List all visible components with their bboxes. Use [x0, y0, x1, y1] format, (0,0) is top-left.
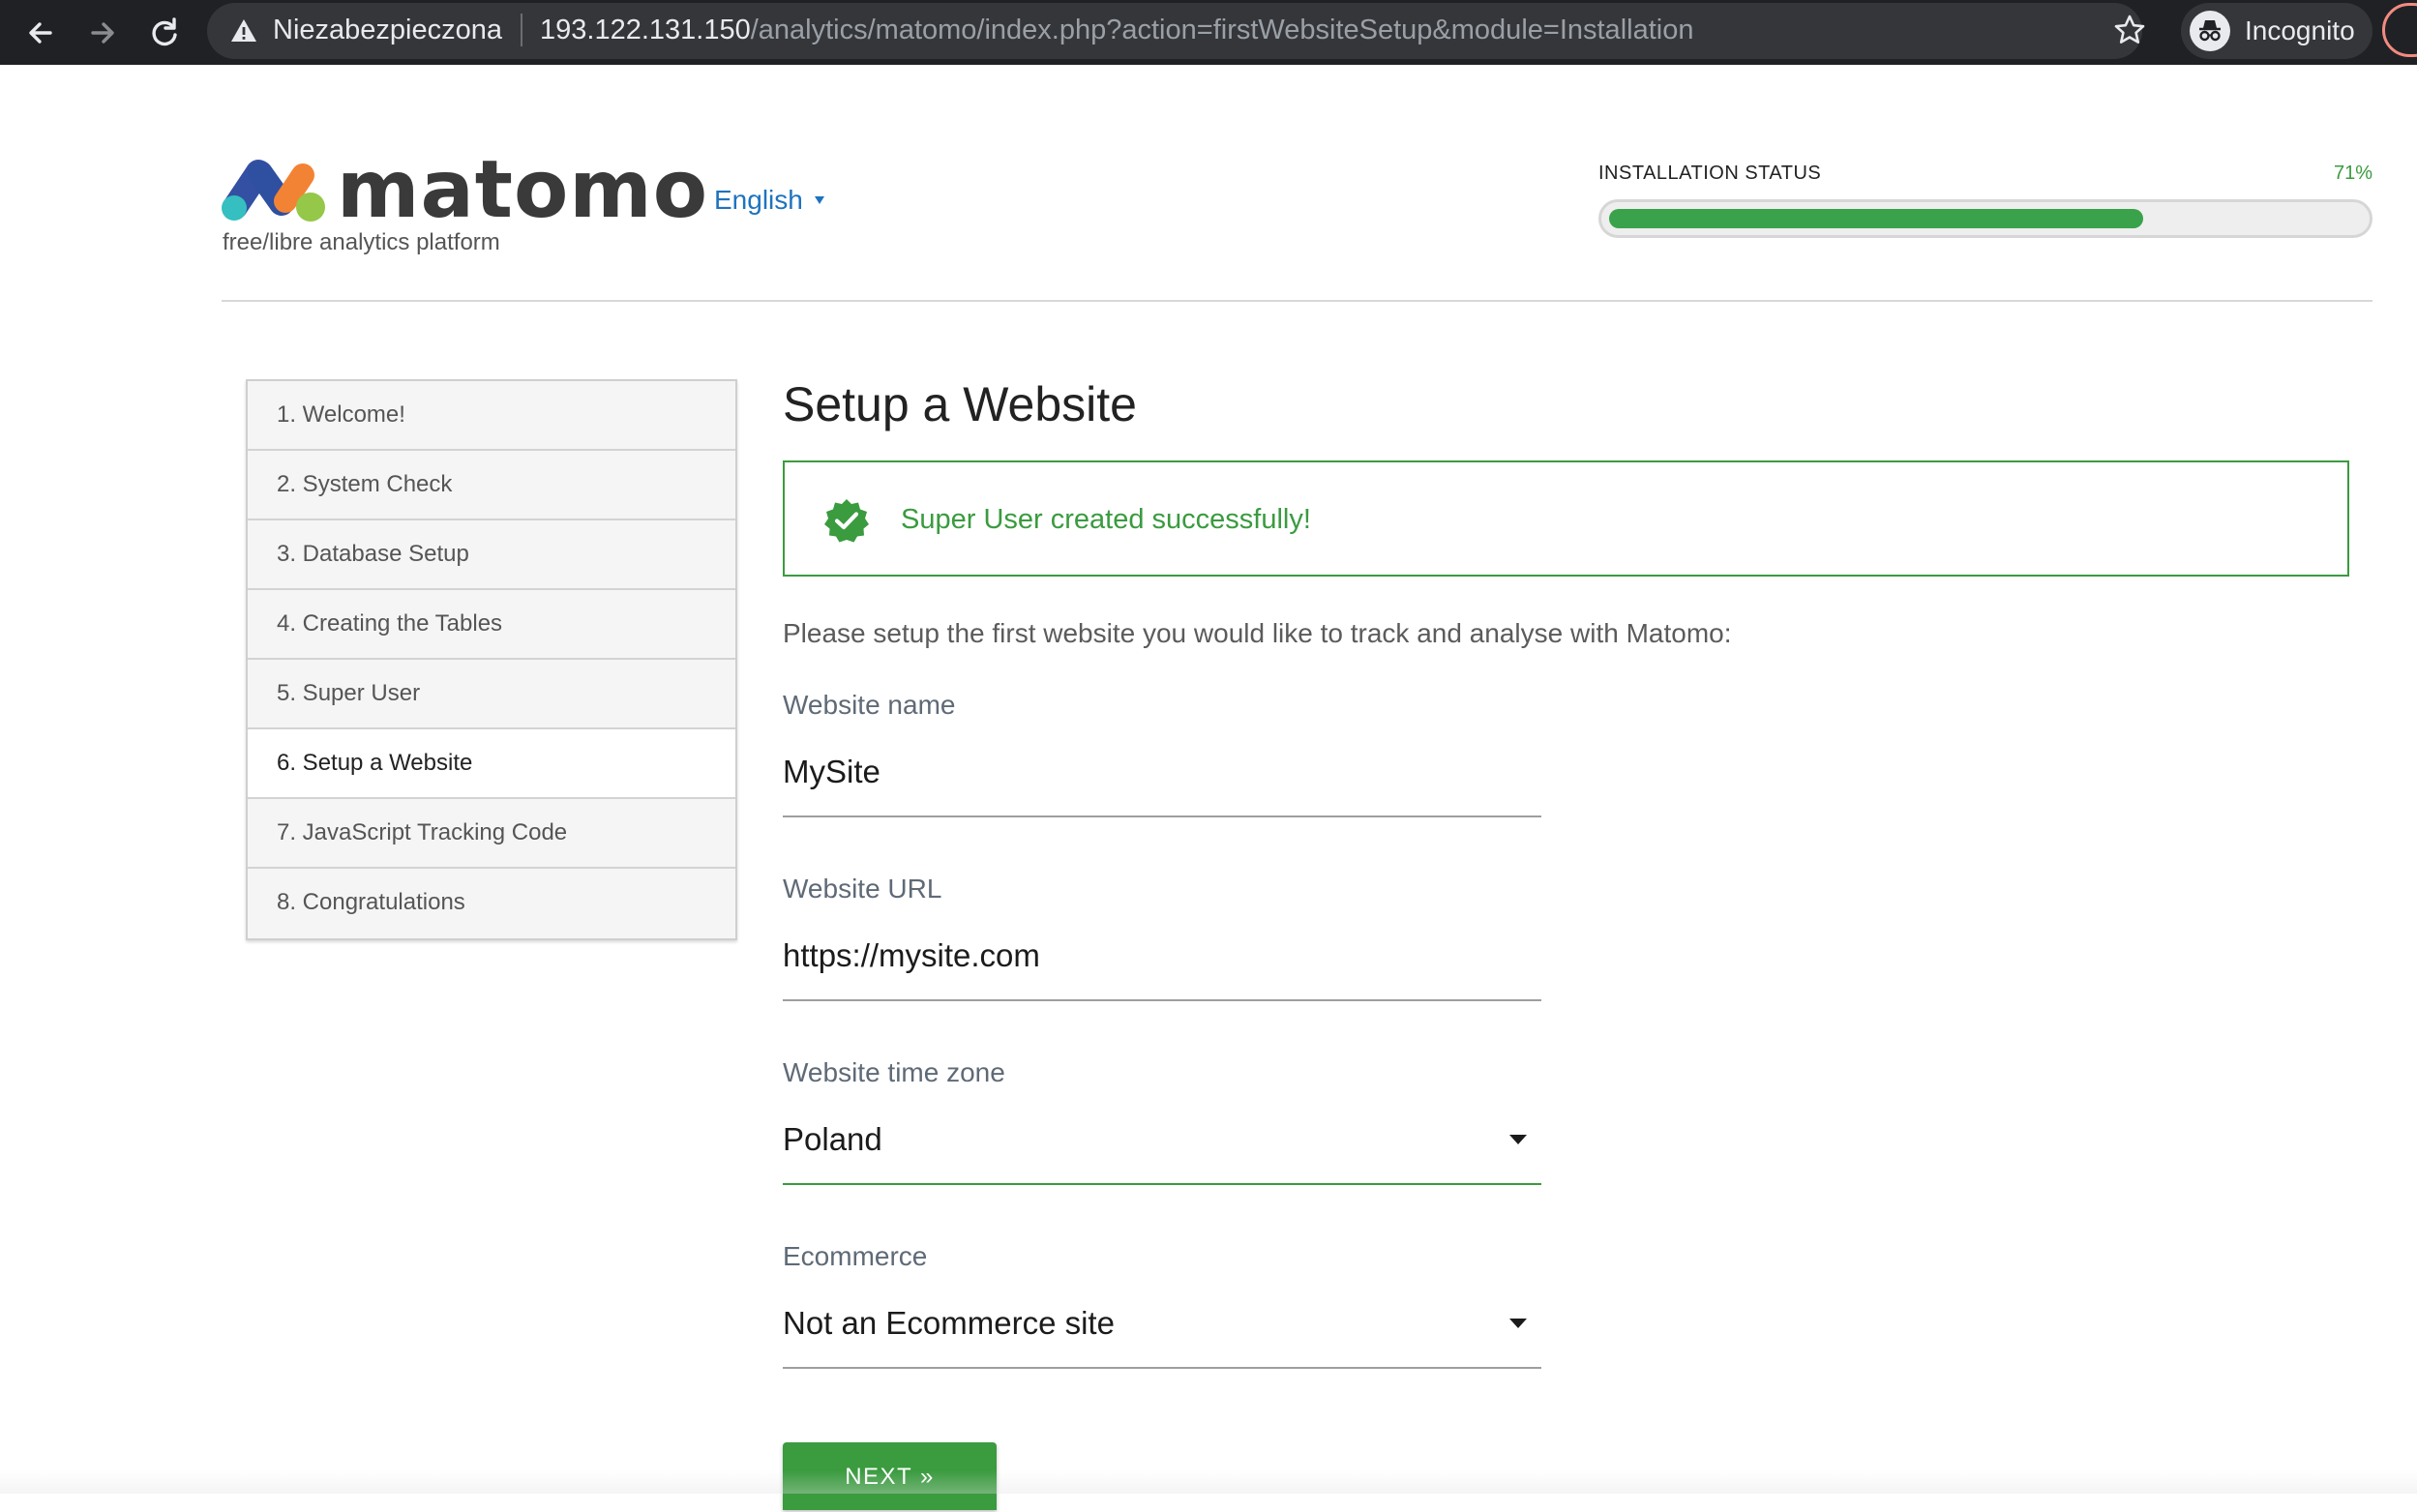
- installation-steps-list: 1. Welcome! 2. System Check 3. Database …: [246, 379, 737, 940]
- step-item: 3. Database Setup: [248, 520, 735, 590]
- back-button[interactable]: [21, 14, 60, 52]
- timezone-label: Website time zone: [783, 1057, 1005, 1087]
- forward-button[interactable]: [83, 14, 122, 52]
- matomo-logo-icon: [222, 160, 325, 222]
- url-host: 193.122.131.150: [540, 15, 751, 45]
- header-divider: [222, 300, 2372, 302]
- security-status-label[interactable]: Niezabezpieczona: [273, 14, 502, 46]
- url-path: /analytics/matomo/index.php?action=first…: [750, 15, 1694, 45]
- back-arrow-icon: [29, 22, 52, 44]
- step-item: 1. Welcome!: [248, 381, 735, 451]
- installation-status-label: INSTALLATION STATUS: [1598, 163, 1822, 184]
- reload-button[interactable]: [145, 14, 184, 52]
- installation-progress-bar: [1598, 199, 2372, 238]
- website-name-underline: [783, 815, 1541, 817]
- step-item: 8. Congratulations: [248, 869, 735, 938]
- ecommerce-underline: [783, 1367, 1541, 1369]
- installation-progress-fill: [1609, 209, 2143, 228]
- step-item: 5. Super User: [248, 660, 735, 729]
- ecommerce-dropdown-caret-icon[interactable]: [1508, 1318, 1528, 1329]
- timezone-underline: [783, 1183, 1541, 1185]
- reload-icon: [152, 17, 177, 46]
- step-item: 4. Creating the Tables: [248, 590, 735, 660]
- ecommerce-label: Ecommerce: [783, 1241, 928, 1271]
- incognito-icon: [2190, 11, 2230, 51]
- success-alert-text: Super User created successfully!: [901, 504, 1311, 535]
- address-bar-divider: [521, 14, 522, 46]
- forward-arrow-icon: [91, 22, 114, 44]
- url-text[interactable]: 193.122.131.150/analytics/matomo/index.p…: [540, 14, 1693, 46]
- matomo-logo-wordmark: matomo: [337, 144, 709, 236]
- timezone-dropdown-caret-icon[interactable]: [1508, 1134, 1528, 1145]
- logo-tagline: free/libre analytics platform: [223, 229, 500, 255]
- website-url-label: Website URL: [783, 874, 942, 904]
- setup-intro-text: Please setup the first website you would…: [783, 618, 1732, 648]
- step-item: 7. JavaScript Tracking Code: [248, 799, 735, 869]
- incognito-label: Incognito: [2245, 15, 2355, 45]
- bookmark-star-icon[interactable]: [2111, 12, 2148, 48]
- installation-percent: 71%: [2333, 163, 2372, 184]
- ecommerce-select[interactable]: Not an Ecommerce site: [783, 1304, 1541, 1343]
- website-url-underline: [783, 999, 1541, 1001]
- website-name-label: Website name: [783, 690, 956, 720]
- timezone-select[interactable]: Poland: [783, 1120, 1541, 1159]
- viewport-bottom-shadow: [0, 1470, 2417, 1494]
- website-name-input[interactable]: [783, 753, 1541, 791]
- page-title: Setup a Website: [783, 377, 1137, 431]
- step-item-current: 6. Setup a Website: [248, 729, 735, 799]
- caret-down-icon[interactable]: [813, 194, 826, 206]
- warning-triangle-icon[interactable]: [228, 15, 259, 46]
- step-item: 2. System Check: [248, 451, 735, 520]
- website-url-input[interactable]: [783, 936, 1541, 975]
- language-selector[interactable]: English: [714, 184, 803, 217]
- success-check-badge-icon: [824, 499, 869, 543]
